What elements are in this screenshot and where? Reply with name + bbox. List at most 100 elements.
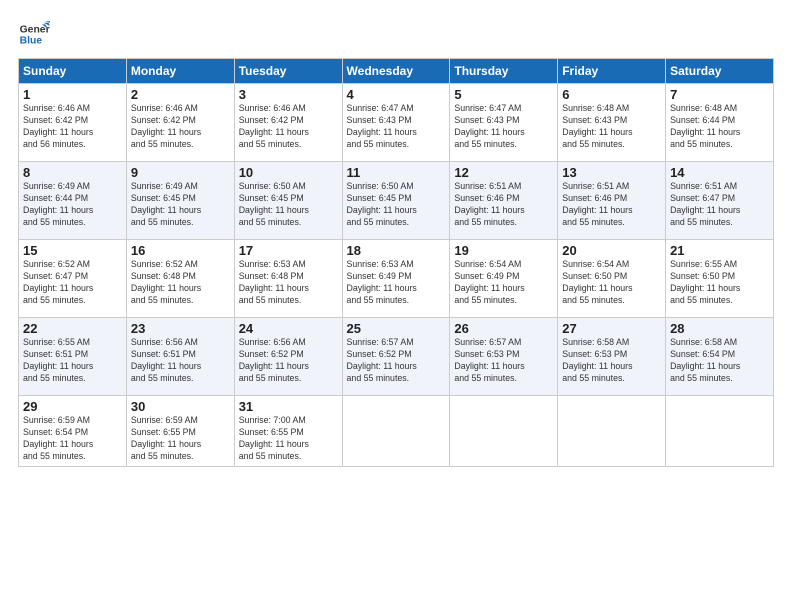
logo: General Blue: [18, 18, 54, 50]
day-number: 7: [670, 87, 769, 102]
day-number: 22: [23, 321, 122, 336]
calendar-cell: 30Sunrise: 6:59 AMSunset: 6:55 PMDayligh…: [126, 396, 234, 467]
day-info: Sunrise: 6:59 AMSunset: 6:55 PMDaylight:…: [131, 415, 230, 463]
day-of-week-header: Sunday: [19, 59, 127, 84]
calendar-cell: 10Sunrise: 6:50 AMSunset: 6:45 PMDayligh…: [234, 162, 342, 240]
calendar-cell: 5Sunrise: 6:47 AMSunset: 6:43 PMDaylight…: [450, 84, 558, 162]
day-of-week-header: Saturday: [666, 59, 774, 84]
day-number: 3: [239, 87, 338, 102]
day-info: Sunrise: 6:53 AMSunset: 6:48 PMDaylight:…: [239, 259, 338, 307]
day-number: 11: [347, 165, 446, 180]
day-info: Sunrise: 6:51 AMSunset: 6:47 PMDaylight:…: [670, 181, 769, 229]
calendar-header-row: SundayMondayTuesdayWednesdayThursdayFrid…: [19, 59, 774, 84]
calendar-cell: 4Sunrise: 6:47 AMSunset: 6:43 PMDaylight…: [342, 84, 450, 162]
day-info: Sunrise: 6:56 AMSunset: 6:52 PMDaylight:…: [239, 337, 338, 385]
day-number: 30: [131, 399, 230, 414]
day-info: Sunrise: 6:58 AMSunset: 6:53 PMDaylight:…: [562, 337, 661, 385]
day-info: Sunrise: 6:56 AMSunset: 6:51 PMDaylight:…: [131, 337, 230, 385]
logo-icon: General Blue: [18, 18, 50, 50]
day-info: Sunrise: 6:46 AMSunset: 6:42 PMDaylight:…: [239, 103, 338, 151]
day-number: 15: [23, 243, 122, 258]
calendar-cell: 11Sunrise: 6:50 AMSunset: 6:45 PMDayligh…: [342, 162, 450, 240]
day-info: Sunrise: 6:54 AMSunset: 6:50 PMDaylight:…: [562, 259, 661, 307]
day-of-week-header: Tuesday: [234, 59, 342, 84]
day-info: Sunrise: 6:51 AMSunset: 6:46 PMDaylight:…: [562, 181, 661, 229]
day-of-week-header: Monday: [126, 59, 234, 84]
day-info: Sunrise: 6:59 AMSunset: 6:54 PMDaylight:…: [23, 415, 122, 463]
day-of-week-header: Friday: [558, 59, 666, 84]
day-info: Sunrise: 6:49 AMSunset: 6:45 PMDaylight:…: [131, 181, 230, 229]
calendar-cell: 14Sunrise: 6:51 AMSunset: 6:47 PMDayligh…: [666, 162, 774, 240]
calendar-cell: [558, 396, 666, 467]
day-number: 4: [347, 87, 446, 102]
day-info: Sunrise: 6:53 AMSunset: 6:49 PMDaylight:…: [347, 259, 446, 307]
calendar-week-row: 8Sunrise: 6:49 AMSunset: 6:44 PMDaylight…: [19, 162, 774, 240]
calendar-cell: 2Sunrise: 6:46 AMSunset: 6:42 PMDaylight…: [126, 84, 234, 162]
calendar-cell: 1Sunrise: 6:46 AMSunset: 6:42 PMDaylight…: [19, 84, 127, 162]
day-info: Sunrise: 6:48 AMSunset: 6:44 PMDaylight:…: [670, 103, 769, 151]
calendar-cell: 18Sunrise: 6:53 AMSunset: 6:49 PMDayligh…: [342, 240, 450, 318]
day-number: 10: [239, 165, 338, 180]
calendar-week-row: 22Sunrise: 6:55 AMSunset: 6:51 PMDayligh…: [19, 318, 774, 396]
calendar-cell: 25Sunrise: 6:57 AMSunset: 6:52 PMDayligh…: [342, 318, 450, 396]
calendar-cell: 3Sunrise: 6:46 AMSunset: 6:42 PMDaylight…: [234, 84, 342, 162]
day-info: Sunrise: 6:48 AMSunset: 6:43 PMDaylight:…: [562, 103, 661, 151]
calendar-cell: 23Sunrise: 6:56 AMSunset: 6:51 PMDayligh…: [126, 318, 234, 396]
day-info: Sunrise: 6:57 AMSunset: 6:52 PMDaylight:…: [347, 337, 446, 385]
day-info: Sunrise: 6:46 AMSunset: 6:42 PMDaylight:…: [23, 103, 122, 151]
day-info: Sunrise: 6:50 AMSunset: 6:45 PMDaylight:…: [347, 181, 446, 229]
day-number: 12: [454, 165, 553, 180]
calendar-cell: 20Sunrise: 6:54 AMSunset: 6:50 PMDayligh…: [558, 240, 666, 318]
day-info: Sunrise: 6:49 AMSunset: 6:44 PMDaylight:…: [23, 181, 122, 229]
day-number: 28: [670, 321, 769, 336]
day-info: Sunrise: 6:58 AMSunset: 6:54 PMDaylight:…: [670, 337, 769, 385]
day-number: 16: [131, 243, 230, 258]
calendar-cell: 28Sunrise: 6:58 AMSunset: 6:54 PMDayligh…: [666, 318, 774, 396]
day-number: 8: [23, 165, 122, 180]
calendar-week-row: 1Sunrise: 6:46 AMSunset: 6:42 PMDaylight…: [19, 84, 774, 162]
day-info: Sunrise: 6:52 AMSunset: 6:47 PMDaylight:…: [23, 259, 122, 307]
calendar-cell: 13Sunrise: 6:51 AMSunset: 6:46 PMDayligh…: [558, 162, 666, 240]
day-of-week-header: Wednesday: [342, 59, 450, 84]
calendar-body: 1Sunrise: 6:46 AMSunset: 6:42 PMDaylight…: [19, 84, 774, 467]
calendar-cell: 15Sunrise: 6:52 AMSunset: 6:47 PMDayligh…: [19, 240, 127, 318]
calendar-cell: 21Sunrise: 6:55 AMSunset: 6:50 PMDayligh…: [666, 240, 774, 318]
day-info: Sunrise: 6:55 AMSunset: 6:51 PMDaylight:…: [23, 337, 122, 385]
calendar-cell: 16Sunrise: 6:52 AMSunset: 6:48 PMDayligh…: [126, 240, 234, 318]
day-number: 20: [562, 243, 661, 258]
day-number: 13: [562, 165, 661, 180]
day-info: Sunrise: 6:47 AMSunset: 6:43 PMDaylight:…: [347, 103, 446, 151]
day-info: Sunrise: 6:54 AMSunset: 6:49 PMDaylight:…: [454, 259, 553, 307]
day-number: 18: [347, 243, 446, 258]
calendar-cell: 29Sunrise: 6:59 AMSunset: 6:54 PMDayligh…: [19, 396, 127, 467]
day-number: 26: [454, 321, 553, 336]
day-info: Sunrise: 6:51 AMSunset: 6:46 PMDaylight:…: [454, 181, 553, 229]
calendar-week-row: 15Sunrise: 6:52 AMSunset: 6:47 PMDayligh…: [19, 240, 774, 318]
calendar-cell: 8Sunrise: 6:49 AMSunset: 6:44 PMDaylight…: [19, 162, 127, 240]
header: General Blue: [18, 18, 774, 50]
day-number: 24: [239, 321, 338, 336]
day-info: Sunrise: 6:46 AMSunset: 6:42 PMDaylight:…: [131, 103, 230, 151]
day-number: 17: [239, 243, 338, 258]
day-number: 31: [239, 399, 338, 414]
calendar-cell: 22Sunrise: 6:55 AMSunset: 6:51 PMDayligh…: [19, 318, 127, 396]
calendar-cell: [342, 396, 450, 467]
calendar-cell: 17Sunrise: 6:53 AMSunset: 6:48 PMDayligh…: [234, 240, 342, 318]
day-info: Sunrise: 6:57 AMSunset: 6:53 PMDaylight:…: [454, 337, 553, 385]
svg-text:Blue: Blue: [20, 36, 43, 47]
calendar-cell: [450, 396, 558, 467]
day-number: 1: [23, 87, 122, 102]
calendar-cell: 6Sunrise: 6:48 AMSunset: 6:43 PMDaylight…: [558, 84, 666, 162]
calendar-cell: 24Sunrise: 6:56 AMSunset: 6:52 PMDayligh…: [234, 318, 342, 396]
day-number: 5: [454, 87, 553, 102]
day-number: 29: [23, 399, 122, 414]
day-number: 14: [670, 165, 769, 180]
day-info: Sunrise: 6:55 AMSunset: 6:50 PMDaylight:…: [670, 259, 769, 307]
day-number: 19: [454, 243, 553, 258]
day-number: 2: [131, 87, 230, 102]
day-number: 27: [562, 321, 661, 336]
day-number: 23: [131, 321, 230, 336]
day-of-week-header: Thursday: [450, 59, 558, 84]
day-number: 21: [670, 243, 769, 258]
calendar-cell: 31Sunrise: 7:00 AMSunset: 6:55 PMDayligh…: [234, 396, 342, 467]
